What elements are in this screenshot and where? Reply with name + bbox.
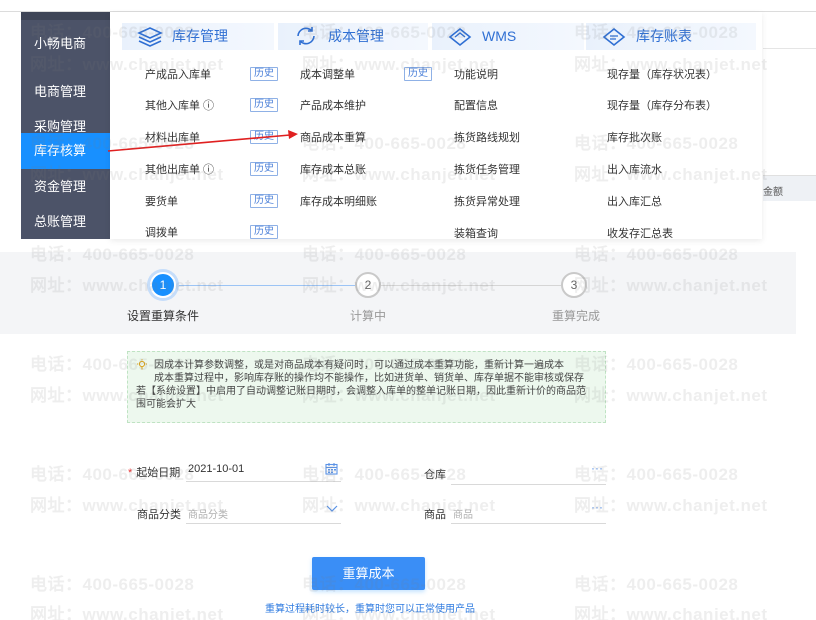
sidebar-item-ledger-management[interactable]: 总账管理 xyxy=(21,204,110,240)
recalculate-hint: 重算过程耗时较长，重算时您可以正常使用产品 xyxy=(265,604,475,615)
stepper-band xyxy=(0,252,796,334)
watermark-url: 网址：www.chanjet.net xyxy=(574,605,768,620)
notice-line: 围可能会扩大 xyxy=(136,399,196,410)
sidebar-item-xiaochang-ecommerce[interactable]: 小畅电商 xyxy=(21,26,110,62)
menu-item-inout-summary[interactable]: 出入库汇总 xyxy=(607,194,662,210)
background-column-header: 金额 xyxy=(763,175,816,201)
start-date-underline xyxy=(186,481,341,482)
menu-item-feature-description[interactable]: 功能说明 xyxy=(454,67,498,83)
menu-item-packing-query[interactable]: 装箱查询 xyxy=(454,226,498,242)
sidebar-item-inventory-accounting[interactable]: 库存核算 xyxy=(21,133,110,169)
sidebar-item-label: 小畅电商 xyxy=(34,36,87,51)
more-icon[interactable]: ··· xyxy=(591,461,603,475)
menu-item-cost-adjustment[interactable]: 成本调整单 xyxy=(300,67,355,83)
mega-menu-panel: 库存管理 产成品入库单 历史 其他入库单 ⓘ 历史 材料出库单 历史 其他出库单… xyxy=(110,12,762,242)
menu-item-inout-flow[interactable]: 出入库流水 xyxy=(607,162,662,178)
info-notice: 因成本计算参数调整，或是对商品成本有疑问时，可以通过成本重算功能，重新计算一遍成… xyxy=(127,351,606,423)
menu-item-material-outbound[interactable]: 材料出库单 xyxy=(145,130,200,146)
stepper-connector xyxy=(176,285,355,286)
sidebar-item-label: 资金管理 xyxy=(34,179,87,194)
history-tag[interactable]: 历史 xyxy=(250,225,278,239)
history-tag[interactable]: 历史 xyxy=(250,130,278,144)
history-tag[interactable]: 历史 xyxy=(250,194,278,208)
menu-column-header-inventory: 库存管理 xyxy=(122,23,274,50)
history-tag[interactable]: 历史 xyxy=(404,67,432,81)
cycle-icon xyxy=(297,27,315,45)
menu-item-config-info[interactable]: 配置信息 xyxy=(454,98,498,114)
menu-item-transfer[interactable]: 调拨单 xyxy=(145,225,178,241)
required-asterisk: * xyxy=(128,467,133,479)
ledger-icon xyxy=(602,27,626,47)
recalculate-cost-button[interactable]: 重算成本 xyxy=(312,557,425,590)
stack-icon xyxy=(137,27,163,47)
menu-item-product-cost-maintenance[interactable]: 产品成本维护 xyxy=(300,98,366,114)
notice-line: 因成本计算参数调整，或是对商品成本有疑问时，可以通过成本重算功能，重新计算一遍成… xyxy=(154,360,564,371)
watermark-url: 网址：www.chanjet.net xyxy=(30,605,224,620)
box-icon xyxy=(448,27,472,47)
menu-item-picking-exception[interactable]: 拣货异常处理 xyxy=(454,194,520,210)
menu-item-finished-goods-inbound[interactable]: 产成品入库单 xyxy=(145,67,211,83)
stepper-connector xyxy=(381,285,561,286)
sidebar-item-label: 电商管理 xyxy=(34,84,87,99)
menu-item-inventory-cost-detail[interactable]: 库存成本明细账 xyxy=(300,194,377,210)
menu-column-header-inventory-reports: 库存账表 xyxy=(586,23,756,50)
product-underline xyxy=(451,523,606,524)
menu-item-inventory-cost-ledger[interactable]: 库存成本总账 xyxy=(300,162,366,178)
step-1-indicator: 1 xyxy=(150,272,176,298)
more-icon[interactable]: ··· xyxy=(591,500,603,514)
watermark-phone: 电话：400-665-0028 xyxy=(574,575,739,594)
menu-item-stock-status[interactable]: 现存量（库存状况表） xyxy=(607,67,717,83)
menu-item-other-outbound[interactable]: 其他出库单 ⓘ xyxy=(145,162,214,178)
calendar-icon[interactable] xyxy=(325,462,338,475)
menu-column-header-cost: 成本管理 xyxy=(278,23,428,50)
lightbulb-icon xyxy=(137,359,147,370)
history-tag[interactable]: 历史 xyxy=(250,98,278,112)
sidebar-item-label: 库存核算 xyxy=(34,143,87,158)
sidebar-top-edge xyxy=(21,12,110,20)
notice-line: 成本重算过程中，影响库存账的操作均不能操作，比如进货单、销货单、库存单据不能审核… xyxy=(154,373,584,384)
menu-item-other-inbound[interactable]: 其他入库单 ⓘ xyxy=(145,98,214,114)
category-label: 商品分类 xyxy=(137,509,181,521)
background-divider xyxy=(763,48,816,49)
step-3-indicator: 3 xyxy=(561,272,587,298)
category-underline xyxy=(186,523,341,524)
menu-item-requisition[interactable]: 要货单 xyxy=(145,194,178,210)
chevron-down-icon[interactable] xyxy=(326,505,338,513)
sidebar-item-label: 采购管理 xyxy=(34,119,87,134)
menu-item-picking-task[interactable]: 拣货任务管理 xyxy=(454,162,520,178)
warehouse-label: 仓库 xyxy=(424,469,446,481)
product-field[interactable]: 商品 xyxy=(453,506,473,521)
start-date-label: * 起始日期 xyxy=(128,467,181,479)
menu-item-receipt-issue-summary[interactable]: 收发存汇总表 xyxy=(607,226,673,242)
product-label: 商品 xyxy=(424,509,446,521)
sidebar-item-label: 总账管理 xyxy=(34,214,87,229)
step-2-label: 计算中 xyxy=(350,309,387,323)
menu-item-product-cost-recalculation[interactable]: 商品成本重算 xyxy=(300,130,366,146)
sidebar-item-funds-management[interactable]: 资金管理 xyxy=(21,169,110,205)
menu-item-picking-route[interactable]: 拣货路线规划 xyxy=(454,130,520,146)
history-tag[interactable]: 历史 xyxy=(250,162,278,176)
menu-item-batch-ledger[interactable]: 库存批次账 xyxy=(607,130,662,146)
step-3-label: 重算完成 xyxy=(552,309,601,323)
watermark-url: 网址：www.chanjet.net xyxy=(574,496,768,515)
history-tag[interactable]: 历史 xyxy=(250,67,278,81)
menu-item-stock-distribution[interactable]: 现存量（库存分布表） xyxy=(607,98,717,114)
watermark-phone: 电话：400-665-0028 xyxy=(30,575,195,594)
warehouse-field[interactable] xyxy=(451,484,606,485)
step-1-label: 设置重算条件 xyxy=(127,309,200,323)
sidebar-nav: 小畅电商 电商管理 采购管理 库存核算 资金管理 总账管理 xyxy=(21,12,110,239)
menu-column-header-wms: WMS xyxy=(432,23,584,50)
step-2-indicator: 2 xyxy=(355,272,381,298)
start-date-field[interactable]: 2021-10-01 xyxy=(188,463,244,475)
notice-line: 若【系统设置】中启用了自动调整记账日期时，会调整入库单的整单记账日期，因此重新计… xyxy=(136,386,586,397)
sidebar-item-ecommerce-management[interactable]: 电商管理 xyxy=(21,74,110,110)
category-select[interactable]: 商品分类 xyxy=(188,506,228,521)
